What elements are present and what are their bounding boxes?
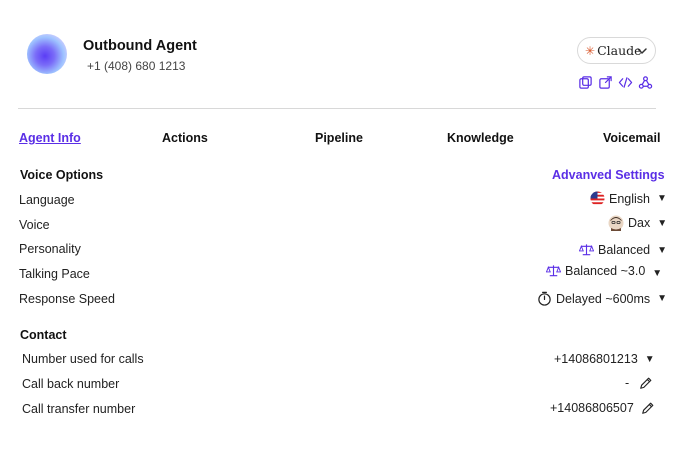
language-select[interactable]: English ▼ (590, 191, 667, 206)
tab-pipeline[interactable]: Pipeline (315, 131, 363, 145)
caret-down-icon: ▼ (644, 353, 655, 365)
callback-number-value: - (625, 376, 630, 390)
language-label: Language (19, 193, 75, 207)
us-flag-icon (590, 191, 605, 206)
tab-bar: Agent Info Actions Pipeline Knowledge Vo… (18, 131, 660, 149)
webhook-icon[interactable] (638, 75, 653, 90)
number-for-calls-select[interactable]: +14086801213 ▼ (554, 352, 655, 366)
chevron-down-icon (637, 48, 647, 54)
transfer-number-value: +14086806507 (550, 401, 634, 415)
external-link-icon[interactable] (598, 75, 613, 90)
voice-value: Dax (628, 216, 651, 230)
caret-down-icon: ▼ (657, 244, 668, 256)
response-speed-label: Response Speed (19, 292, 115, 306)
voice-avatar-icon (608, 215, 624, 231)
claude-logo-icon: ✳ (585, 43, 596, 58)
voice-options-title: Voice Options (20, 168, 104, 182)
advanced-settings-link[interactable]: Advanved Settings (552, 168, 665, 182)
scale-icon (546, 264, 561, 276)
model-select[interactable]: ✳ Claude (577, 37, 656, 64)
callback-number-label: Call back number (22, 377, 120, 391)
copy-icon[interactable] (578, 75, 593, 90)
caret-down-icon: ▼ (652, 268, 663, 279)
tab-knowledge[interactable]: Knowledge (447, 131, 514, 145)
transfer-number-field: +14086806507 (550, 401, 655, 415)
caret-down-icon: ▼ (657, 293, 668, 304)
agent-avatar (27, 34, 67, 74)
agent-name: Outbound Agent (83, 38, 197, 54)
personality-select[interactable]: Balanced ▼ (579, 243, 667, 257)
header-divider (18, 108, 656, 109)
pencil-icon[interactable] (639, 376, 653, 390)
transfer-number-label: Call transfer number (22, 402, 136, 416)
language-value: English (609, 191, 650, 206)
voice-label: Voice (19, 218, 50, 232)
stopwatch-icon (538, 291, 551, 306)
talking-pace-label: Talking Pace (19, 267, 90, 281)
personality-value: Balanced (598, 243, 651, 257)
pencil-icon[interactable] (641, 401, 655, 415)
tab-actions[interactable]: Actions (162, 131, 208, 145)
personality-label: Personality (19, 242, 81, 256)
talking-pace-value: Balanced ~3.0 (565, 263, 646, 278)
contact-title: Contact (20, 328, 67, 342)
number-for-calls-label: Number used for calls (22, 352, 144, 366)
tab-agent-info[interactable]: Agent Info (19, 131, 81, 145)
code-icon[interactable] (618, 75, 633, 90)
tab-voicemail[interactable]: Voicemail (603, 131, 660, 145)
model-select-label: Claude (597, 43, 642, 58)
number-for-calls-value: +14086801213 (554, 352, 638, 366)
voice-select[interactable]: Dax ▼ (608, 215, 667, 231)
talking-pace-select[interactable]: Balanced ~3.0 ▼ (546, 262, 662, 279)
response-speed-value: Delayed ~600ms (556, 291, 651, 306)
agent-phone: +1 (408) 680 1213 (87, 59, 186, 73)
caret-down-icon: ▼ (657, 193, 667, 204)
caret-down-icon: ▼ (657, 217, 668, 229)
agent-toolbar (578, 75, 653, 90)
response-speed-select[interactable]: Delayed ~600ms ▼ (537, 291, 667, 306)
scale-icon (579, 244, 594, 256)
callback-number-field: - (625, 376, 653, 390)
